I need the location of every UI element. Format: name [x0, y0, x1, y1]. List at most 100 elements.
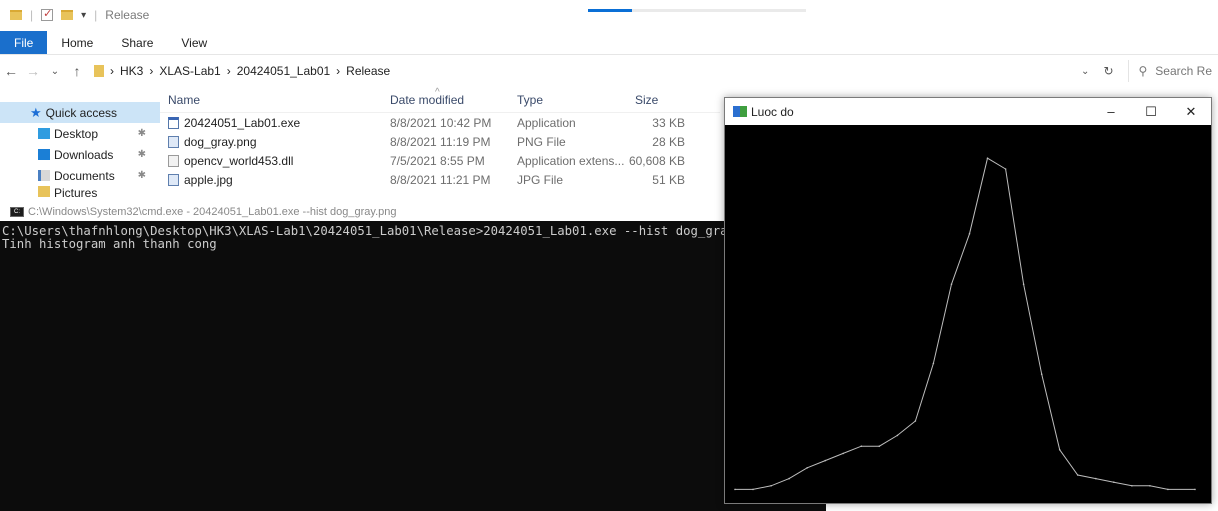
- cmd-icon: C:: [10, 207, 24, 217]
- maximize-icon[interactable]: ☐: [1131, 98, 1171, 125]
- histogram-point: [950, 283, 953, 285]
- sidebar-item-desktop[interactable]: Desktop ✱: [0, 123, 160, 144]
- sidebar-item-quick-access[interactable]: ★ Quick access: [0, 102, 160, 123]
- documents-icon: [38, 170, 50, 181]
- forward-arrow-icon[interactable]: →: [22, 63, 44, 79]
- tab-file[interactable]: File: [0, 31, 48, 54]
- command-prompt-window[interactable]: C: C:\Windows\System32\cmd.exe - 2042405…: [0, 203, 826, 511]
- file-type: Application extens...: [517, 153, 625, 168]
- pin-icon: ✱: [137, 128, 146, 139]
- histogram-point: [806, 467, 808, 469]
- tab-home[interactable]: Home: [47, 31, 107, 54]
- dll-file-icon: [168, 154, 179, 167]
- sidebar-item-documents[interactable]: Documents ✱: [0, 165, 160, 186]
- table-row[interactable]: opencv_world453.dll 7/5/2021 8:55 PM App…: [160, 151, 720, 170]
- sidebar-item-pictures[interactable]: Pictures: [0, 186, 160, 198]
- separator: |: [94, 8, 98, 22]
- histogram-point: [788, 477, 790, 480]
- breadcrumb-separator: ›: [110, 64, 114, 78]
- histogram-point: [1040, 373, 1043, 375]
- table-row[interactable]: 20424051_Lab01.exe 8/8/2021 10:42 PM App…: [160, 113, 720, 132]
- breadcrumb-separator: ›: [336, 64, 341, 78]
- column-size[interactable]: Size: [627, 93, 685, 107]
- search-input[interactable]: Search Re: [1155, 64, 1212, 78]
- file-size: 60,608 KB: [628, 153, 685, 168]
- sort-ascending-icon: ^: [435, 87, 440, 98]
- file-size: 51 KB: [652, 172, 685, 187]
- file-name: 20424051_Lab01.exe: [184, 115, 301, 130]
- sidebar-item-label: Desktop: [54, 126, 99, 141]
- histogram-point: [878, 445, 881, 448]
- breadcrumb-item-release[interactable]: Release: [346, 64, 390, 78]
- column-name[interactable]: Name: [160, 93, 390, 107]
- properties-icon[interactable]: [41, 7, 54, 21]
- star-icon: ★: [30, 104, 42, 120]
- histogram-point: [932, 362, 935, 365]
- file-type: Application: [517, 115, 576, 130]
- file-type: JPG File: [517, 172, 564, 187]
- histogram-series-line: [735, 157, 1195, 490]
- title-progress-marker: [588, 9, 806, 12]
- tab-view[interactable]: View: [167, 31, 221, 54]
- breadcrumb-item-xlas-lab1[interactable]: XLAS-Lab1: [159, 64, 220, 78]
- histogram-window[interactable]: Luoc do – ☐ ✕: [724, 97, 1212, 504]
- histogram-point: [824, 459, 826, 462]
- file-date: 8/8/2021 11:21 PM: [390, 172, 491, 187]
- column-date-modified[interactable]: Date modified: [390, 93, 517, 107]
- histogram-point: [752, 488, 754, 491]
- close-icon[interactable]: ✕: [1171, 98, 1211, 125]
- recent-locations-icon[interactable]: ⌄: [44, 66, 66, 77]
- breadcrumb[interactable]: › HK3 › XLAS-Lab1 › 20424051_Lab01 › Rel…: [94, 64, 390, 78]
- separator: |: [30, 8, 34, 22]
- sidebar-item-label: Downloads: [54, 147, 114, 162]
- sidebar-item-label: Documents: [54, 168, 115, 183]
- folder-icon: [94, 65, 104, 77]
- cmd-title-bar[interactable]: C: C:\Windows\System32\cmd.exe - 2042405…: [0, 203, 826, 221]
- search-icon: ⚲: [1138, 64, 1148, 78]
- address-dropdown-icon[interactable]: ⌄: [1081, 66, 1089, 77]
- navigation-pane: ★ Quick access Desktop ✱ Downloads ✱ Doc…: [0, 87, 160, 207]
- desktop: | ▾ | Release File Home Share View ← → ⌄…: [0, 0, 1218, 511]
- new-folder-icon[interactable]: [61, 10, 74, 20]
- histogram-point: [842, 452, 844, 455]
- histogram-point: [1113, 481, 1115, 484]
- histogram-point: [1194, 488, 1196, 491]
- histogram-title-bar[interactable]: Luoc do – ☐ ✕: [725, 98, 1211, 125]
- console-line: C:\Users\thafnhlong\Desktop\HK3\XLAS-Lab…: [2, 224, 765, 238]
- breadcrumb-separator: ›: [149, 64, 154, 78]
- customize-toolbar-icon[interactable]: ▾: [81, 10, 86, 21]
- file-date: 7/5/2021 8:55 PM: [390, 153, 485, 168]
- table-row[interactable]: dog_gray.png 8/8/2021 11:19 PM PNG File …: [160, 132, 720, 151]
- breadcrumb-item-lab01[interactable]: 20424051_Lab01: [237, 64, 330, 78]
- table-row[interactable]: apple.jpg 8/8/2021 11:21 PM JPG File 51 …: [160, 170, 720, 189]
- file-list: ^ Name Date modified Type Size 20424051_…: [160, 87, 720, 207]
- histogram-point: [1004, 168, 1007, 170]
- download-icon: [38, 149, 50, 160]
- minimize-icon[interactable]: –: [1091, 98, 1131, 125]
- file-date: 8/8/2021 11:19 PM: [390, 134, 491, 149]
- address-bar: ← → ⌄ ↑ › HK3 › XLAS-Lab1 › 20424051_Lab…: [0, 56, 1218, 86]
- histogram-point: [896, 434, 899, 437]
- search-box[interactable]: ⚲ Search Re: [1127, 60, 1212, 82]
- pin-icon: ✱: [137, 149, 146, 160]
- breadcrumb-item-hk3[interactable]: HK3: [120, 64, 143, 78]
- histogram-window-title: Luoc do: [751, 104, 794, 119]
- file-name: apple.jpg: [184, 172, 233, 187]
- file-name: dog_gray.png: [184, 134, 257, 149]
- file-size: 33 KB: [652, 115, 685, 130]
- console-output[interactable]: C:\Users\thafnhlong\Desktop\HK3\XLAS-Lab…: [0, 221, 826, 251]
- quick-access-toolbar: | ▾ | Release: [0, 0, 1218, 30]
- window-title: Release: [105, 8, 150, 22]
- column-type[interactable]: Type: [517, 93, 627, 107]
- histogram-point: [1076, 474, 1079, 476]
- sidebar-item-downloads[interactable]: Downloads ✱: [0, 144, 160, 165]
- histogram-point: [734, 488, 736, 491]
- refresh-icon[interactable]: ↻: [1103, 64, 1113, 78]
- file-name: opencv_world453.dll: [184, 153, 294, 168]
- app-icon: [733, 106, 747, 117]
- tab-share[interactable]: Share: [107, 31, 167, 54]
- back-arrow-icon[interactable]: ←: [0, 63, 22, 79]
- histogram-point: [1058, 449, 1061, 451]
- ribbon-tabs: File Home Share View: [0, 31, 1218, 55]
- up-arrow-icon[interactable]: ↑: [66, 63, 88, 79]
